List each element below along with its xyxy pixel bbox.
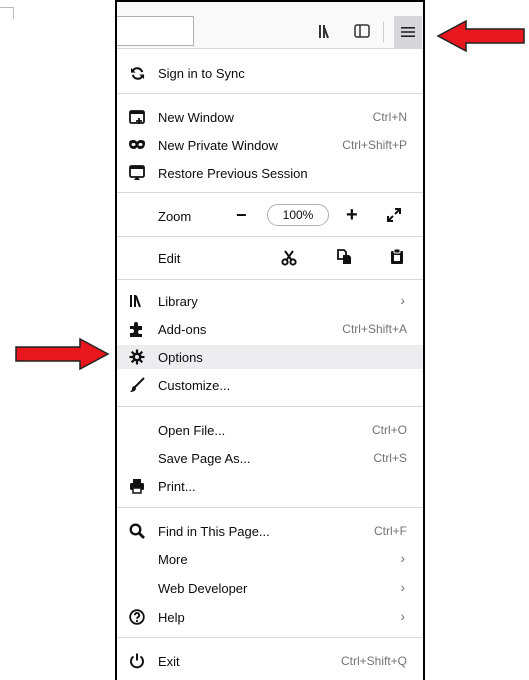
library-icon [129, 293, 145, 309]
puzzle-piece-icon [129, 321, 145, 337]
shortcut-text: Ctrl+O [371, 423, 407, 437]
edit-label: Edit [158, 251, 181, 266]
menu-item-label: Options [158, 350, 203, 365]
restore-session-icon [129, 165, 145, 181]
menu-item-label: New Private Window [158, 138, 278, 153]
sync-icon [129, 65, 145, 81]
menu-item-label: Exit [158, 654, 180, 669]
menu-item-print[interactable]: Print... [117, 474, 423, 498]
chevron-right-icon: › [400, 550, 405, 566]
menu-item-label: Sign in to Sync [158, 66, 245, 81]
menu-item-web-developer[interactable]: Web Developer › [117, 576, 423, 600]
zoom-in-button[interactable]: + [346, 204, 358, 227]
menu-item-find[interactable]: Find in This Page... Ctrl+F [117, 519, 423, 543]
menu-item-save-page[interactable]: Save Page As... Ctrl+S [117, 446, 423, 470]
menu-item-label: Save Page As... [158, 451, 251, 466]
menu-separator [117, 406, 423, 407]
menu-item-open-file[interactable]: Open File... Ctrl+O [117, 418, 423, 442]
hamburger-icon [401, 27, 415, 37]
menu-item-label: Customize... [158, 378, 231, 393]
shortcut-text: Ctrl+Shift+A [342, 322, 407, 336]
menu-item-sign-in-sync[interactable]: Sign in to Sync [117, 61, 423, 85]
browser-window: Sign in to Sync New Window Ctrl+N New Pr… [115, 0, 425, 680]
menu-item-label: Restore Previous Session [158, 166, 308, 181]
menu-item-label: Web Developer [158, 581, 248, 596]
menu-separator [117, 93, 423, 94]
fullscreen-icon[interactable] [386, 207, 402, 226]
menu-item-more[interactable]: More › [117, 547, 423, 571]
shortcut-text: Ctrl+F [374, 524, 407, 538]
menu-item-restore-session[interactable]: Restore Previous Session [117, 161, 423, 185]
cut-icon[interactable] [281, 250, 297, 269]
menu-item-label: Open File... [158, 423, 226, 438]
new-window-icon [129, 109, 145, 125]
help-icon [129, 609, 145, 625]
shortcut-text: Ctrl+Shift+Q [340, 654, 407, 668]
menu-item-label: Find in This Page... [158, 524, 270, 539]
library-icon[interactable] [316, 20, 338, 42]
zoom-reset-button[interactable]: 100% [267, 204, 329, 226]
paste-icon[interactable] [390, 248, 404, 268]
toolbar-separator [383, 22, 384, 42]
menu-item-options[interactable]: Options [117, 345, 423, 369]
gear-icon [129, 349, 145, 365]
app-menu-panel: Sign in to Sync New Window Ctrl+N New Pr… [117, 48, 423, 680]
menu-separator [117, 507, 423, 508]
menu-item-new-window[interactable]: New Window Ctrl+N [117, 105, 423, 129]
menu-item-label: Print... [158, 479, 196, 494]
menu-item-edit: Edit [117, 246, 423, 270]
menu-item-label: More [158, 552, 188, 567]
shortcut-text: Ctrl+Shift+P [342, 138, 407, 152]
sidebar-icon[interactable] [351, 20, 373, 42]
annotation-arrow-menu [436, 19, 525, 53]
menu-item-addons[interactable]: Add-ons Ctrl+Shift+A [117, 317, 423, 341]
menu-item-new-private-window[interactable]: New Private Window Ctrl+Shift+P [117, 133, 423, 157]
chevron-right-icon: › [400, 608, 405, 624]
search-icon [129, 523, 145, 539]
zoom-label: Zoom [158, 209, 192, 224]
printer-icon [129, 478, 145, 494]
menu-item-library[interactable]: Library › [117, 289, 423, 313]
background-fragment-line [0, 7, 14, 8]
toolbar [117, 0, 423, 48]
annotation-arrow-options [15, 337, 110, 371]
menu-separator [117, 236, 423, 237]
copy-icon[interactable] [336, 249, 352, 268]
hamburger-menu-button[interactable] [394, 16, 422, 48]
private-mask-icon [129, 137, 145, 153]
background-fragment-line [13, 7, 14, 19]
menu-item-label: Library [158, 294, 198, 309]
menu-item-label: New Window [158, 110, 234, 125]
menu-item-exit[interactable]: Exit Ctrl+Shift+Q [117, 649, 423, 673]
menu-separator [117, 192, 423, 193]
menu-separator [117, 279, 423, 280]
chevron-right-icon: › [400, 579, 405, 595]
zoom-out-button[interactable]: − [236, 205, 247, 226]
power-icon [129, 653, 145, 669]
shortcut-text: Ctrl+S [373, 451, 407, 465]
menu-item-label: Help [158, 610, 185, 625]
menu-item-help[interactable]: Help › [117, 605, 423, 629]
shortcut-text: Ctrl+N [372, 110, 407, 124]
menu-separator [117, 637, 423, 638]
menu-item-zoom: Zoom − 100% + [117, 204, 423, 228]
paintbrush-icon [129, 377, 145, 393]
url-bar[interactable] [117, 16, 194, 46]
menu-item-customize[interactable]: Customize... [117, 373, 423, 397]
menu-item-label: Add-ons [158, 322, 207, 337]
chevron-right-icon: › [400, 292, 405, 308]
